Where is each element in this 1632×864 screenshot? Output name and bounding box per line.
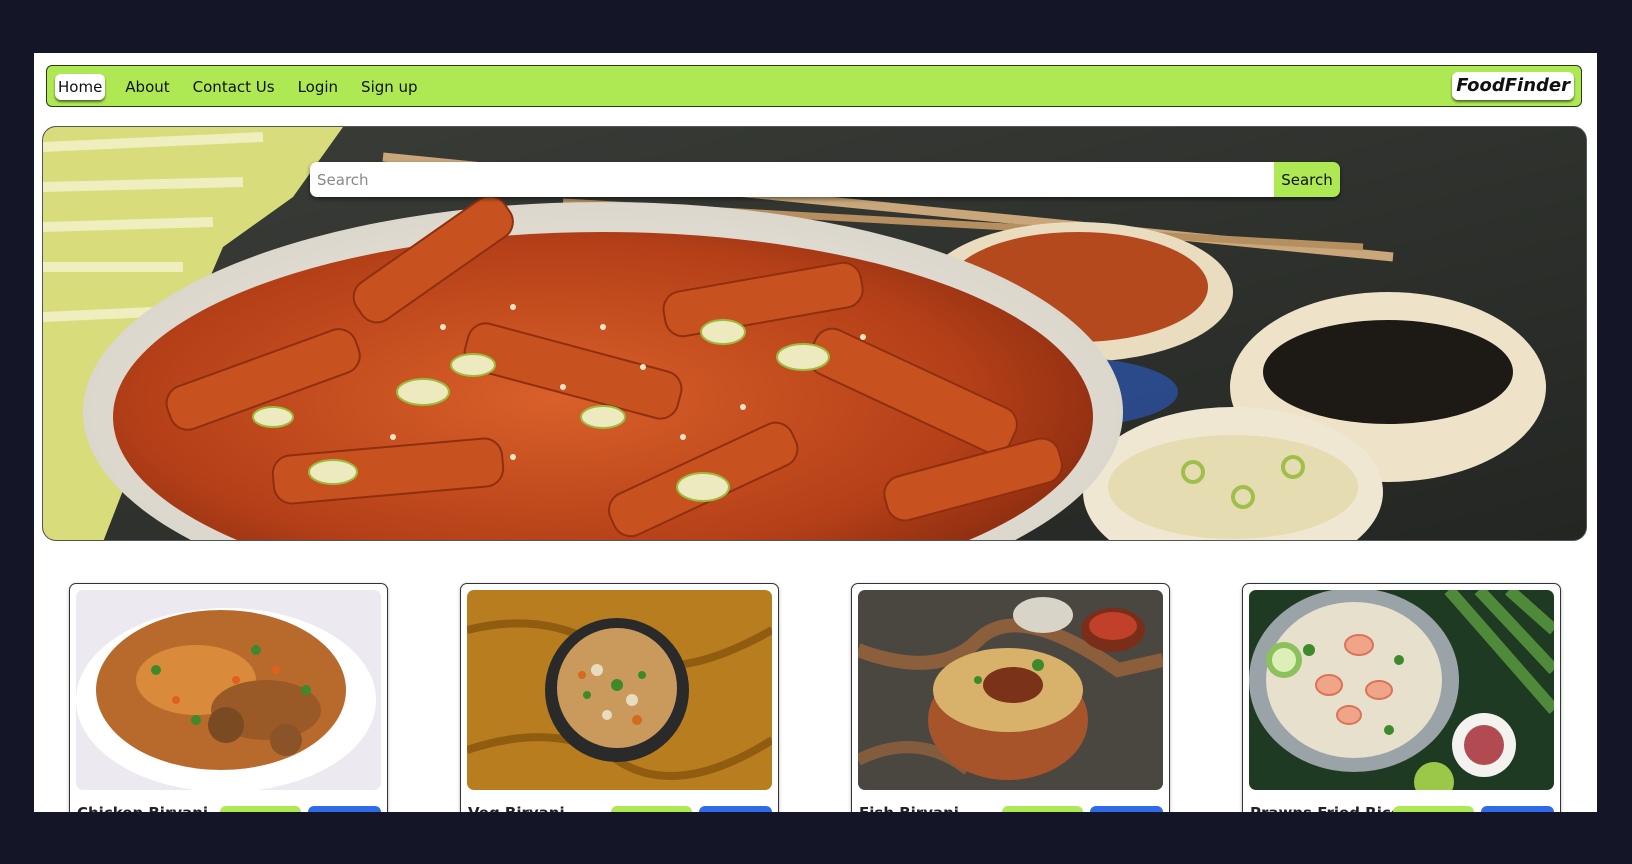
brand-logo[interactable]: FoodFinder <box>1452 72 1574 100</box>
food-card-image <box>76 590 381 790</box>
nav-link-about[interactable]: About <box>122 73 172 101</box>
search-button[interactable]: Search <box>1274 162 1340 197</box>
food-card-secondary-button[interactable] <box>1090 806 1163 812</box>
search-bar: Search <box>310 162 1340 197</box>
food-card: Veg Biryani <box>460 583 779 812</box>
food-card-secondary-button[interactable] <box>308 806 381 812</box>
navbar: Home About Contact Us Login Sign up Food… <box>46 65 1582 107</box>
food-card-image <box>858 590 1163 790</box>
food-card-secondary-button[interactable] <box>1481 806 1554 812</box>
food-card-primary-button[interactable] <box>220 806 301 812</box>
food-card-image <box>467 590 772 790</box>
nav-link-login[interactable]: Login <box>295 73 341 101</box>
food-card: Prawns Fried Rice <box>1242 583 1561 812</box>
search-input[interactable] <box>310 162 1274 197</box>
food-card-secondary-button[interactable] <box>699 806 772 812</box>
nav-link-signup[interactable]: Sign up <box>358 73 421 101</box>
browser-viewport: Home About Contact Us Login Sign up Food… <box>34 53 1597 812</box>
food-card-title: Fish Biryani <box>859 804 959 812</box>
food-card: Chicken Biryani <box>69 583 388 812</box>
food-card-primary-button[interactable] <box>1002 806 1083 812</box>
food-card-primary-button[interactable] <box>611 806 692 812</box>
food-card: Fish Biryani <box>851 583 1170 812</box>
food-card-title: Veg Biryani <box>468 804 565 812</box>
food-card-title: Chicken Biryani <box>77 804 208 812</box>
device-frame: Home About Contact Us Login Sign up Food… <box>0 0 1632 864</box>
nav-links: Home About Contact Us Login Sign up <box>55 66 438 108</box>
nav-link-home[interactable]: Home <box>55 74 106 100</box>
nav-link-contact[interactable]: Contact Us <box>190 73 278 101</box>
hero-banner: Search <box>42 126 1587 541</box>
food-card-image <box>1249 590 1554 790</box>
food-card-primary-button[interactable] <box>1393 806 1474 812</box>
food-card-title: Prawns Fried Rice <box>1250 804 1401 812</box>
